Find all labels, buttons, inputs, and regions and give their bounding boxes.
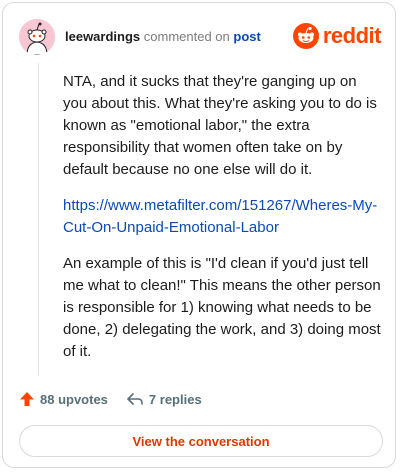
reddit-logo[interactable]: reddit — [292, 23, 382, 49]
comment-actions: 88 upvotes 7 replies — [19, 391, 202, 407]
comment-embed-card: leewardings commented on post reddit NTA… — [2, 2, 396, 468]
comment-header: leewardings commented on post — [65, 29, 261, 44]
action-text: commented on — [143, 29, 230, 44]
avatar[interactable] — [19, 19, 55, 55]
upvote-button[interactable]: 88 upvotes — [19, 391, 108, 407]
replies-count: 7 replies — [148, 391, 202, 407]
view-conversation-button[interactable]: View the conversation — [19, 425, 383, 457]
comment-link[interactable]: https://www.metafilter.com/151267/Wheres… — [63, 195, 381, 239]
reddit-wordmark: reddit — [322, 23, 382, 48]
reply-arrow-icon — [127, 393, 143, 405]
post-link[interactable]: post — [233, 29, 260, 44]
comment-paragraph-2: An example of this is "I'd clean if you'… — [63, 255, 381, 360]
upvote-arrow-icon — [20, 392, 34, 406]
comment-body: NTA, and it sucks that they're ganging u… — [63, 71, 381, 377]
comment-paragraph-1: NTA, and it sucks that they're ganging u… — [63, 73, 377, 178]
replies-button[interactable]: 7 replies — [126, 391, 202, 407]
reddit-alien-icon — [292, 23, 319, 49]
thread-line — [38, 63, 39, 375]
upvotes-count: 88 upvotes — [40, 391, 108, 407]
username[interactable]: leewardings — [65, 29, 140, 44]
